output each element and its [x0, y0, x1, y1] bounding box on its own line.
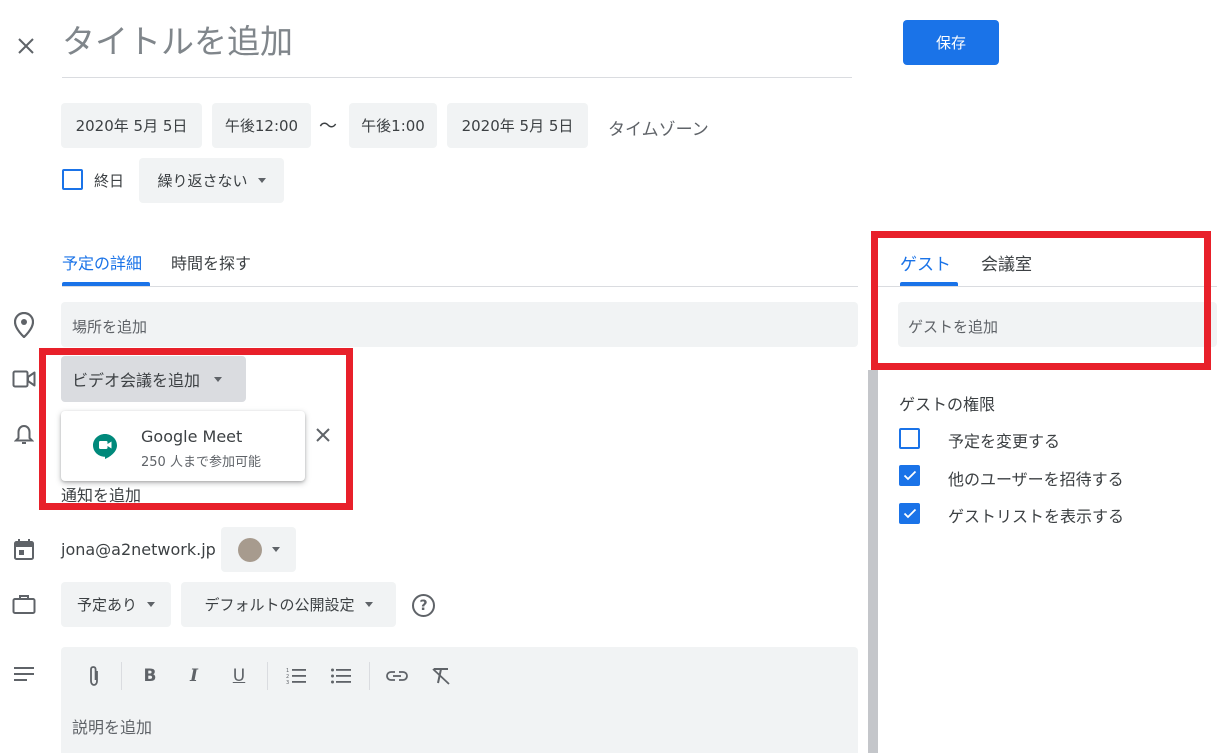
- visibility-dropdown[interactable]: デフォルトの公開設定: [181, 582, 396, 627]
- toolbar-separator: [267, 662, 268, 690]
- visibility-label: デフォルトの公開設定: [204, 596, 355, 614]
- underline-button[interactable]: U: [223, 660, 255, 692]
- bulleted-list-icon: [331, 668, 351, 684]
- chevron-down-icon: [147, 602, 155, 607]
- guest-permissions-title: ゲストの権限: [899, 395, 996, 414]
- location-input[interactable]: 場所を追加: [61, 302, 858, 347]
- italic-button[interactable]: I: [178, 660, 210, 692]
- bold-icon: B: [143, 666, 157, 686]
- checkmark-icon: [903, 470, 916, 481]
- link-icon: [386, 671, 408, 681]
- svg-text:3: 3: [286, 680, 289, 685]
- video-camera-icon: [12, 370, 36, 388]
- numbered-list-button[interactable]: 1 2 3: [280, 660, 312, 692]
- tab-find-time[interactable]: 時間を探す: [171, 250, 251, 274]
- all-day-label: 終日: [94, 172, 125, 190]
- start-date-chip[interactable]: 2020年 5月 5日: [61, 103, 202, 148]
- clear-format-button[interactable]: [425, 660, 457, 692]
- notes-icon: [14, 667, 34, 681]
- underline-icon: U: [232, 666, 246, 686]
- chevron-down-icon: [257, 178, 266, 183]
- calendar-owner: jona@a2network.jp: [61, 540, 216, 559]
- toolbar-separator: [121, 662, 122, 690]
- close-icon: [18, 38, 34, 54]
- toolbar-separator: [369, 662, 370, 690]
- briefcase-icon: [12, 595, 36, 614]
- time-separator: 〜: [319, 116, 337, 137]
- close-button[interactable]: [12, 32, 40, 60]
- permission-see-list-checkbox[interactable]: [899, 503, 920, 524]
- all-day-checkbox[interactable]: [62, 169, 83, 190]
- highlight-video-meet: [39, 348, 353, 510]
- description-placeholder: 説明を追加: [72, 718, 153, 737]
- attachment-button[interactable]: [78, 660, 110, 692]
- tabs-divider: [62, 286, 858, 287]
- help-button[interactable]: ?: [412, 594, 435, 617]
- highlight-guests: [871, 231, 1211, 370]
- bulleted-list-button[interactable]: [325, 660, 357, 692]
- permission-modify-label: 予定を変更する: [948, 432, 1061, 451]
- calendar-color-picker[interactable]: [221, 527, 296, 572]
- chevron-down-icon: [364, 602, 373, 607]
- repeat-label: 繰り返さない: [157, 172, 248, 190]
- clear-format-icon: [432, 668, 450, 685]
- calendar-icon: [14, 539, 34, 560]
- timezone-button[interactable]: タイムゾーン: [608, 115, 709, 140]
- numbered-list-icon: 1 2 3: [286, 668, 306, 685]
- panel-scrollbar[interactable]: [868, 370, 878, 753]
- permission-invite-label: 他のユーザーを招待する: [948, 470, 1124, 489]
- permission-modify-checkbox[interactable]: [899, 428, 920, 449]
- help-icon: ?: [419, 597, 428, 614]
- availability-label: 予定あり: [76, 596, 137, 614]
- italic-icon: I: [190, 666, 198, 686]
- end-date-chip[interactable]: 2020年 5月 5日: [447, 103, 588, 148]
- title-input[interactable]: タイトルを追加: [62, 18, 852, 78]
- repeat-dropdown[interactable]: 繰り返さない: [139, 158, 284, 203]
- start-time-chip[interactable]: 午後12:00: [212, 103, 311, 148]
- chevron-down-icon: [271, 547, 280, 552]
- checkmark-icon: [903, 508, 916, 519]
- save-button[interactable]: 保存: [903, 20, 999, 65]
- color-swatch: [237, 537, 262, 562]
- permission-invite-checkbox[interactable]: [899, 465, 920, 486]
- attachment-icon: [90, 666, 98, 686]
- bold-button[interactable]: B: [134, 660, 166, 692]
- end-time-chip[interactable]: 午後1:00: [349, 103, 437, 148]
- permission-see-list-label: ゲストリストを表示する: [948, 507, 1125, 526]
- bell-icon: [14, 424, 34, 444]
- tab-event-details[interactable]: 予定の詳細: [62, 250, 142, 274]
- link-button[interactable]: [381, 660, 413, 692]
- location-pin-icon: [14, 312, 34, 338]
- availability-dropdown[interactable]: 予定あり: [61, 582, 171, 627]
